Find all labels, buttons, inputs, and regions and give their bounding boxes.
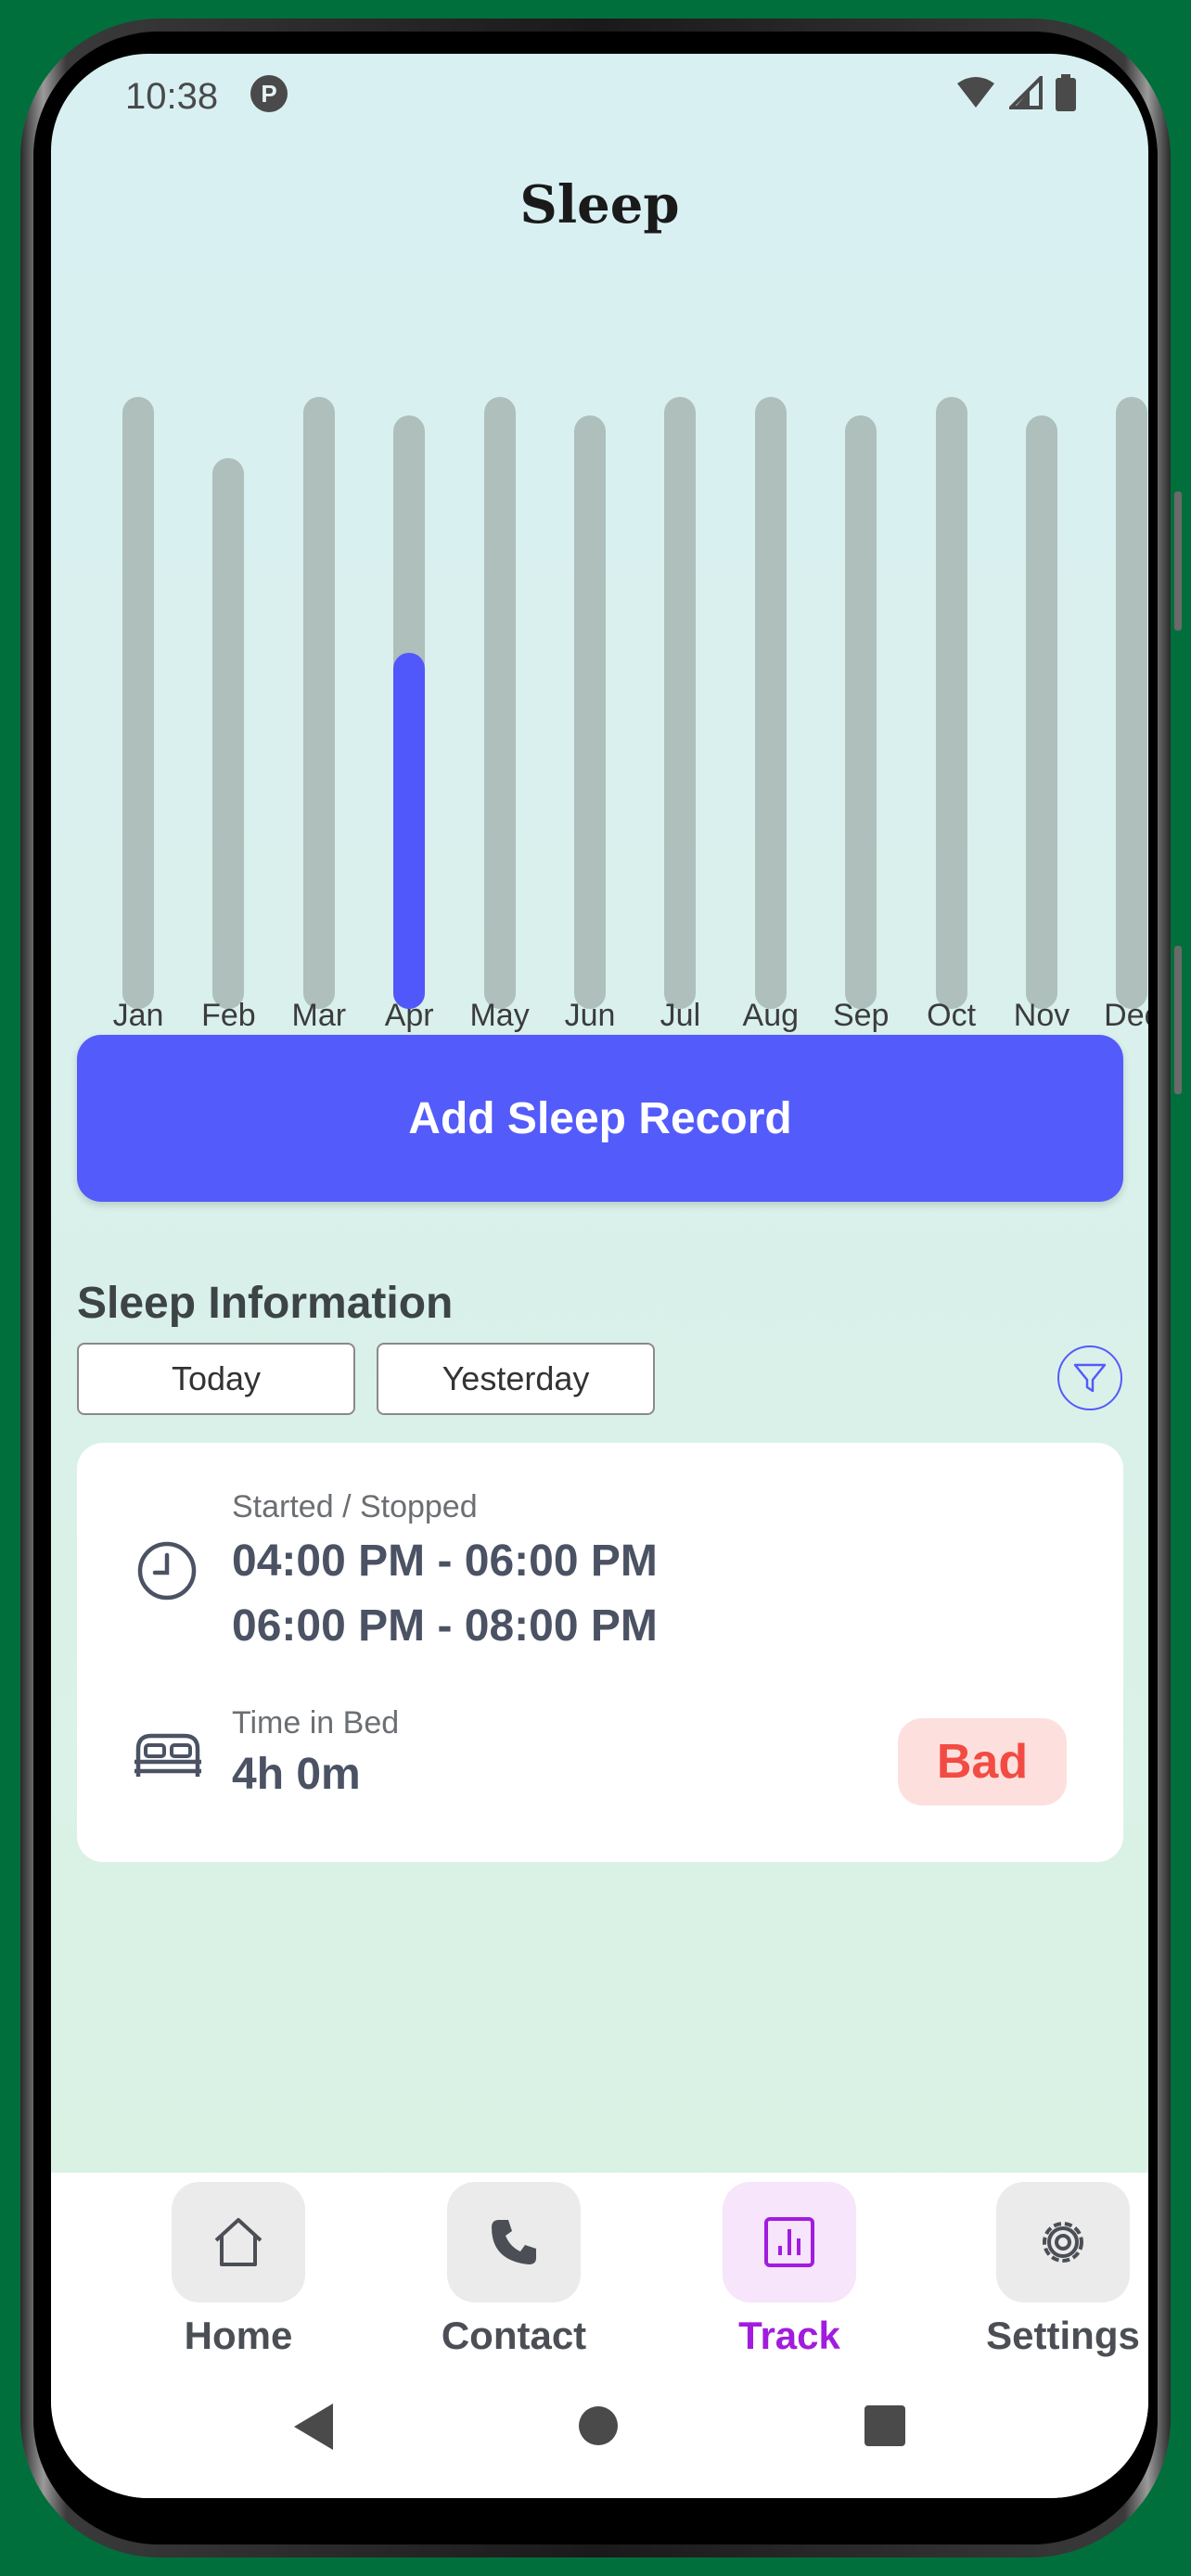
wifi-icon (957, 77, 994, 108)
month-label-jan: Jan (112, 998, 164, 1033)
filter-chip-today[interactable]: Today (77, 1343, 355, 1415)
sleep-information-title: Sleep Information (77, 1279, 454, 1328)
gear-icon (1043, 2222, 1083, 2263)
month-label-nov: Nov (1013, 998, 1070, 1033)
recents-icon[interactable] (864, 2404, 906, 2447)
bar-aug[interactable] (754, 397, 787, 1009)
nav-home-icon-box (172, 2182, 305, 2302)
bar-fill-apr (393, 653, 426, 1009)
back-icon[interactable] (290, 2402, 337, 2452)
month-label-jul: Jul (660, 998, 701, 1033)
add-sleep-record-button[interactable]: Add Sleep Record (77, 1035, 1123, 1202)
filter-icon (1073, 1363, 1107, 1393)
monthly-sleep-chart: Jan Feb Mar Apr May Jun Jul Aug Sep Oct Nov Dec (51, 304, 1148, 1046)
clock-icon (137, 1541, 197, 1600)
sleep-quality-badge: Bad (898, 1718, 1067, 1805)
month-label-apr: Apr (384, 998, 434, 1033)
bed-icon (134, 1733, 201, 1777)
nav-home-label: Home (184, 2314, 293, 2357)
time-in-bed-label: Time in Bed (232, 1705, 400, 1741)
nav-settings-icon-box (996, 2182, 1130, 2302)
bar-may[interactable] (483, 397, 516, 1009)
bar-apr[interactable] (393, 415, 426, 1009)
sleep-record-card[interactable]: Started / Stopped 04:00 PM - 06:00 PM 06… (77, 1443, 1123, 1862)
nav-track-icon-box (723, 2182, 856, 2302)
month-label-sep: Sep (832, 998, 890, 1033)
volume-button (1174, 491, 1182, 631)
bar-jul[interactable] (664, 397, 697, 1009)
signal-icon (1009, 76, 1043, 109)
system-navigation (51, 2381, 1148, 2465)
started-stopped-label: Started / Stopped (232, 1489, 478, 1524)
bar-mar[interactable] (302, 397, 335, 1009)
home-icon (214, 2218, 263, 2266)
bar-sep[interactable] (845, 415, 877, 1009)
nav-contact-label: Contact (441, 2314, 587, 2357)
nav-settings-label: Settings (986, 2314, 1140, 2357)
time-in-bed-value: 4h 0m (232, 1750, 361, 1799)
month-label-oct: Oct (927, 998, 977, 1033)
status-bar: 10:38 P (51, 54, 1148, 142)
bar-dec[interactable] (1116, 397, 1148, 1009)
page-title: Sleep (519, 174, 680, 236)
chart-icon (764, 2217, 814, 2267)
nav-contact[interactable]: Contact (412, 2173, 616, 2358)
month-label-may: May (469, 998, 530, 1033)
month-label-aug: Aug (742, 998, 800, 1033)
phone-icon (492, 2220, 536, 2264)
bar-jun[interactable] (574, 415, 606, 1009)
nav-track[interactable]: Track (687, 2173, 891, 2358)
time-range-2: 06:00 PM - 08:00 PM (232, 1601, 658, 1651)
bar-feb[interactable] (212, 458, 245, 1009)
power-button (1174, 946, 1182, 1094)
time-range-1: 04:00 PM - 06:00 PM (232, 1537, 658, 1586)
nav-contact-icon-box (447, 2182, 581, 2302)
battery-icon (1056, 74, 1076, 111)
app-screen: 10:38 P Sleep Jan Feb Mar Apr May Jun Jul Aug Se… (51, 54, 1148, 2498)
month-label-dec: Dec (1104, 998, 1148, 1033)
nav-track-label: Track (738, 2314, 840, 2357)
status-icons (955, 74, 1076, 111)
nav-home[interactable]: Home (136, 2173, 340, 2358)
bar-nov[interactable] (1026, 415, 1057, 1009)
status-time: 10:38 (125, 76, 219, 117)
bottom-nav: Home Contact Track Settings (51, 2173, 1148, 2498)
filter-chip-yesterday[interactable]: Yesterday (377, 1343, 655, 1415)
bar-oct[interactable] (935, 397, 967, 1009)
nav-settings[interactable]: Settings (961, 2173, 1148, 2358)
home-circle-icon[interactable] (577, 2404, 620, 2447)
month-label-jun: Jun (564, 998, 616, 1033)
bar-jan[interactable] (122, 397, 154, 1009)
month-label-mar: Mar (291, 998, 347, 1033)
filter-button[interactable] (1057, 1345, 1122, 1410)
app-notification-icon: P (250, 75, 288, 112)
month-label-feb: Feb (201, 998, 256, 1033)
